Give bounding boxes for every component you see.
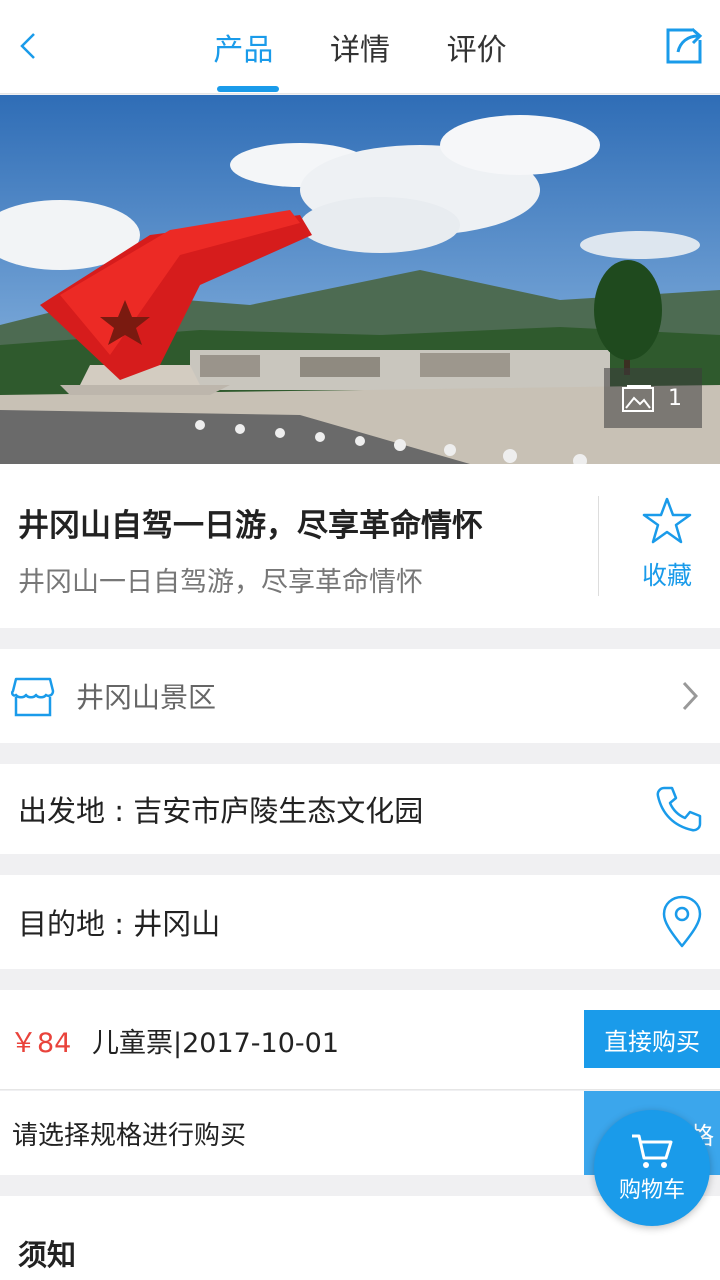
ticket-info: 儿童票|2017-10-01 bbox=[92, 1027, 340, 1059]
divider bbox=[598, 496, 599, 596]
store-row[interactable]: 井冈山景区 bbox=[0, 649, 720, 743]
tab-bar: 产品 详情 评价 bbox=[185, 0, 535, 94]
offer-row: ￥84 儿童票|2017-10-01 直接购买 bbox=[0, 990, 720, 1090]
cart-button[interactable]: 购物车 bbox=[594, 1110, 710, 1226]
hero-image[interactable]: 1 bbox=[0, 95, 720, 464]
tab-product[interactable]: 产品 bbox=[185, 0, 302, 94]
cart-icon bbox=[632, 1134, 673, 1168]
price: ￥84 bbox=[10, 1027, 72, 1059]
product-header: 井冈山自驾一日游，尽享革命情怀 井冈山一日自驾游，尽享革命情怀 收藏 bbox=[0, 464, 720, 628]
chevron-right-icon bbox=[682, 681, 698, 711]
destination-label: 目的地 : 井冈山 bbox=[18, 907, 221, 941]
spec-prompt: 请选择规格进行购买 bbox=[12, 1120, 247, 1151]
favorite-label: 收藏 bbox=[641, 561, 692, 590]
buy-now-button[interactable]: 直接购买 bbox=[584, 1010, 720, 1068]
top-nav-bar: 产品 详情 评价 bbox=[0, 0, 720, 94]
phone-icon[interactable] bbox=[654, 784, 704, 834]
cart-label: 购物车 bbox=[618, 1178, 685, 1203]
store-icon bbox=[10, 677, 55, 717]
product-title: 井冈山自驾一日游，尽享革命情怀 bbox=[18, 508, 483, 544]
departure-row: 出发地 : 吉安市庐陵生态文化园 bbox=[0, 764, 720, 854]
back-icon[interactable] bbox=[10, 26, 50, 66]
product-subtitle: 井冈山一日自驾游，尽享革命情怀 bbox=[18, 567, 423, 598]
departure-label: 出发地 : 吉安市庐陵生态文化园 bbox=[18, 794, 424, 828]
photo-count: 1 bbox=[668, 385, 682, 411]
destination-row: 目的地 : 井冈山 bbox=[0, 875, 720, 969]
notice-title: 须知 bbox=[18, 1238, 77, 1272]
image-icon bbox=[622, 385, 654, 412]
photo-count-badge[interactable]: 1 bbox=[604, 368, 702, 428]
star-icon bbox=[642, 497, 692, 544]
tab-reviews[interactable]: 评价 bbox=[418, 0, 535, 94]
tab-details[interactable]: 详情 bbox=[302, 0, 419, 94]
share-icon[interactable] bbox=[662, 24, 706, 68]
store-name: 井冈山景区 bbox=[76, 681, 217, 714]
favorite-button[interactable]: 收藏 bbox=[612, 496, 720, 596]
location-pin-icon[interactable] bbox=[660, 895, 704, 949]
